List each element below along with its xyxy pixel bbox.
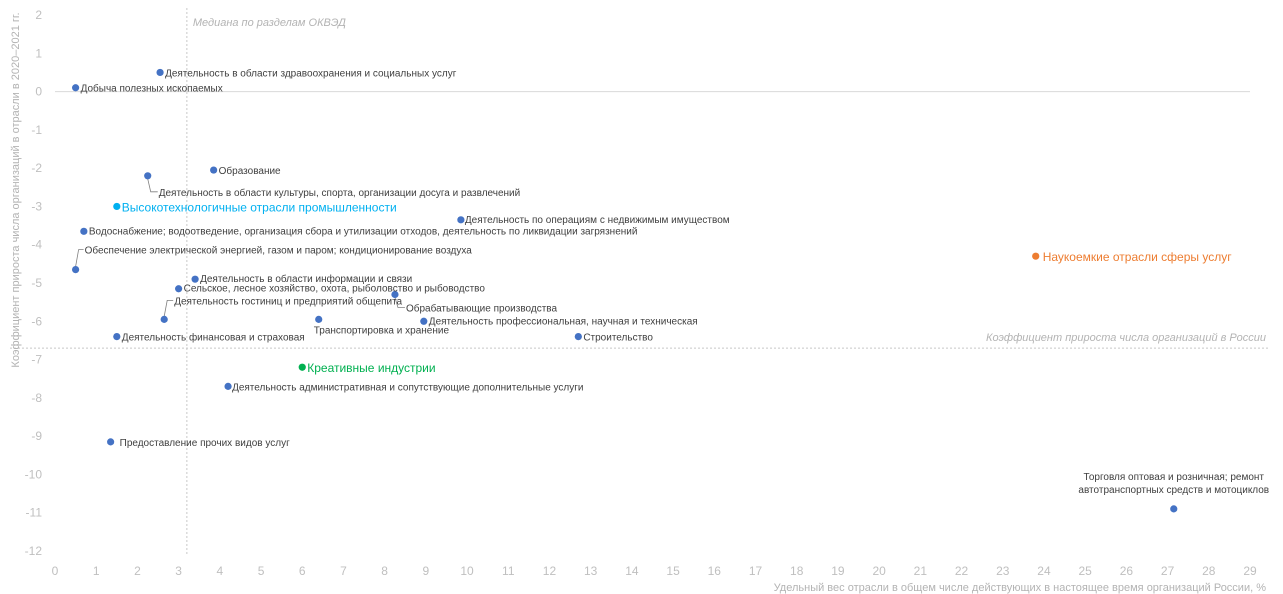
- x-tick-label: 4: [216, 564, 223, 578]
- x-tick-label: 26: [1120, 564, 1134, 578]
- data-label: Деятельность профессиональная, научная и…: [429, 315, 698, 327]
- x-tick-label: 3: [175, 564, 182, 578]
- russia-rate-label: Коэффициент прироста числа организаций в…: [986, 332, 1266, 344]
- data-label: Деятельность в области культуры, спорта,…: [159, 187, 521, 199]
- y-tick-label: -8: [31, 391, 42, 405]
- x-tick-label: 28: [1202, 564, 1216, 578]
- data-point: [160, 315, 168, 323]
- data-label: Деятельность в области здравоохранения и…: [165, 67, 457, 79]
- data-point: [156, 68, 164, 77]
- data-point: [420, 317, 428, 325]
- y-tick-label: -3: [31, 199, 42, 213]
- data-point: [315, 315, 323, 323]
- data-point: [72, 266, 80, 274]
- data-label: Деятельность по операциям с недвижимым и…: [465, 215, 730, 226]
- y-axis-title: Коэффициент прироста числа организаций в…: [10, 12, 22, 367]
- data-point: [72, 84, 80, 92]
- y-tick-label: -4: [31, 238, 42, 252]
- x-tick-label: 23: [996, 564, 1010, 578]
- data-point: [574, 333, 582, 341]
- x-tick-label: 6: [299, 564, 306, 578]
- x-tick-label: 21: [914, 564, 928, 578]
- data-point: [191, 275, 199, 283]
- data-label: Образование: [219, 165, 281, 177]
- y-tick-label: -7: [31, 353, 42, 367]
- leader-line: [163, 299, 174, 317]
- x-tick-label: 9: [423, 564, 430, 578]
- data-point: [1170, 505, 1178, 513]
- data-label: Обеспечение электрической энергией, газо…: [85, 245, 473, 257]
- scatter-chart: 0 1 2 3 4 5 6 7 8 9 10 11 12 13 14 15 16 17 18 19 20 21 22 23 24…: [10, 8, 1270, 594]
- data-label: Деятельность гостиниц и предприятий обще…: [174, 295, 402, 307]
- x-axis-title: Удельный вес отрасли в общем числе дейст…: [774, 582, 1267, 594]
- data-point: [224, 382, 232, 390]
- data-label: Обрабатывающие производства: [406, 302, 558, 314]
- data-point: [457, 216, 465, 224]
- x-tick-label: 5: [258, 564, 265, 578]
- data-point: [113, 202, 121, 211]
- y-tick-label: -5: [31, 276, 42, 290]
- data-point: [1032, 252, 1040, 260]
- y-tick-label: -9: [31, 429, 42, 443]
- data-label: автотранспортных средств и мотоциклов: [1078, 485, 1269, 496]
- data-point: [210, 166, 218, 174]
- data-label: Креативные индустрии: [307, 361, 435, 375]
- x-tick-label: 13: [584, 564, 598, 578]
- x-tick-label: 10: [460, 564, 474, 578]
- data-label: Предоставление прочих видов услуг: [120, 438, 290, 449]
- data-point: [144, 172, 152, 180]
- x-tick-label: 17: [749, 564, 763, 578]
- median-label: Медиана по разделам ОКВЭД: [193, 17, 346, 29]
- x-tick-label: 11: [502, 564, 515, 578]
- data-label: Добыча полезных ископаемых: [81, 83, 223, 95]
- x-tick-label: 0: [52, 564, 59, 578]
- data-label: Наукоемкие отрасли сферы услуг: [1043, 250, 1232, 264]
- x-tick-label: 1: [93, 564, 100, 578]
- y-tick-label: -1: [31, 123, 42, 137]
- y-tick-label: -6: [31, 314, 42, 328]
- data-label: Деятельность административная и сопутств…: [232, 382, 583, 393]
- x-tick-label: 15: [666, 564, 680, 578]
- data-label: Деятельность финансовая и страховая: [122, 332, 305, 344]
- x-tick-label: 18: [790, 564, 804, 578]
- point-labels: Добыча полезных ископаемых Деятельность в…: [81, 67, 1270, 495]
- x-tick-label: 27: [1161, 564, 1175, 578]
- data-label: Торговля оптовая и розничная; ремонт: [1084, 472, 1265, 483]
- x-tick-label: 7: [340, 564, 347, 578]
- x-tick-label: 22: [955, 564, 969, 578]
- y-tick-label: 0: [35, 85, 42, 99]
- leader-line: [75, 249, 84, 267]
- x-tick-label: 19: [831, 564, 845, 578]
- x-tick-label: 8: [381, 564, 388, 578]
- x-tick-label: 20: [872, 564, 886, 578]
- data-label: Сельское, лесное хозяйство, охота, рыбол…: [184, 283, 486, 295]
- x-tick-label: 16: [708, 564, 722, 578]
- x-tick-label: 25: [1078, 564, 1092, 578]
- y-tick-label: 1: [35, 46, 42, 60]
- x-tick-label: 29: [1243, 564, 1257, 578]
- leader-line: [147, 178, 158, 193]
- x-tick-label: 14: [625, 564, 639, 578]
- data-point: [298, 363, 306, 371]
- y-tick-label: -11: [26, 506, 43, 520]
- data-point: [107, 438, 115, 446]
- x-tick-label: 2: [134, 564, 141, 578]
- data-point: [175, 285, 183, 293]
- y-tick-label: -12: [25, 544, 43, 558]
- y-tick-label: -2: [31, 161, 42, 175]
- data-point: [113, 333, 121, 341]
- y-tick-label: -10: [25, 467, 43, 481]
- data-label: Водоснабжение; водоотведение, организаци…: [89, 225, 638, 237]
- y-tick-label: 2: [35, 8, 42, 22]
- x-tick-label: 12: [543, 564, 557, 578]
- data-label: Высокотехнологичные отрасли промышленнос…: [122, 200, 397, 214]
- data-label: Строительство: [583, 333, 653, 344]
- x-tick-label: 24: [1037, 564, 1051, 578]
- data-point: [80, 227, 88, 235]
